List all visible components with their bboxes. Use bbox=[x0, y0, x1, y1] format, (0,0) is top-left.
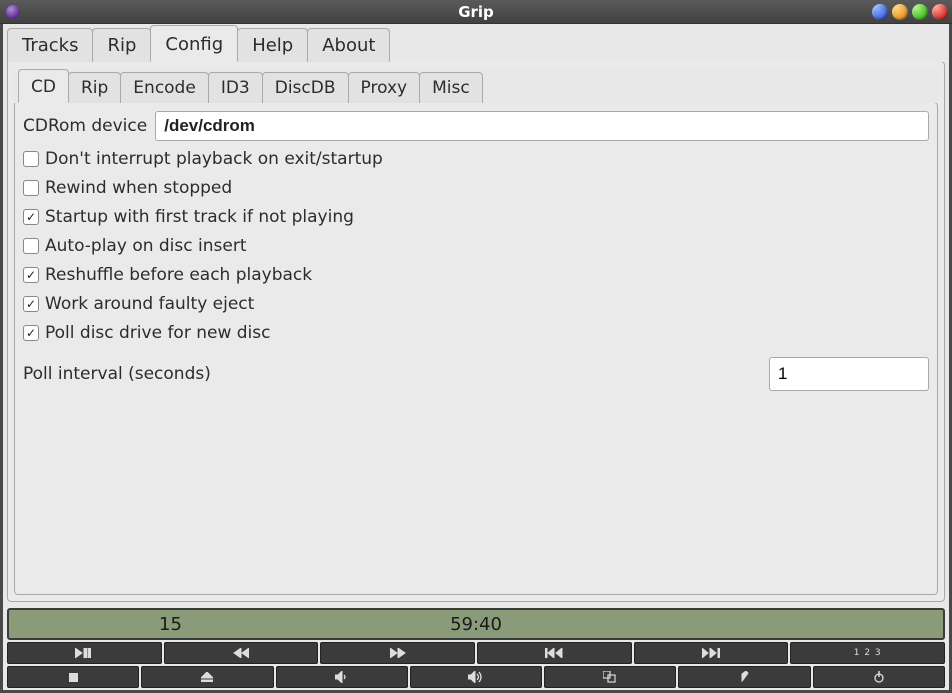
status-time: 59:40 bbox=[450, 614, 502, 635]
poll-interval-row: Poll interval (seconds) bbox=[23, 357, 929, 391]
volume-up-button[interactable] bbox=[410, 666, 542, 688]
opt-reshuffle[interactable]: Reshuffle before each playback bbox=[23, 265, 929, 285]
opt-faulty-eject[interactable]: Work around faulty eject bbox=[23, 294, 929, 314]
fast-forward-button[interactable] bbox=[320, 642, 475, 664]
config-tab-cd[interactable]: CD bbox=[18, 69, 69, 103]
config-tab-bar: CD Rip Encode ID3 DiscDB Proxy Misc bbox=[14, 69, 938, 103]
opt-label: Work around faulty eject bbox=[45, 294, 254, 314]
stop-button[interactable] bbox=[7, 666, 139, 688]
cdrom-device-row: CDRom device bbox=[23, 111, 929, 141]
titlebar: Grip bbox=[0, 0, 952, 24]
config-page: CD Rip Encode ID3 DiscDB Proxy Misc CDRo… bbox=[7, 61, 945, 602]
opt-label: Startup with first track if not playing bbox=[45, 207, 354, 227]
cdrom-device-input[interactable] bbox=[155, 111, 929, 141]
cd-options-list: Don't interrupt playback on exit/startup… bbox=[23, 149, 929, 343]
poll-interval-label: Poll interval (seconds) bbox=[23, 364, 211, 384]
tab-config[interactable]: Config bbox=[150, 25, 238, 62]
rewind-button[interactable] bbox=[164, 642, 319, 664]
poll-interval-input[interactable] bbox=[769, 357, 929, 391]
opt-label: Don't interrupt playback on exit/startup bbox=[45, 149, 383, 169]
shuffle-button[interactable] bbox=[544, 666, 676, 688]
window-button-shade[interactable] bbox=[872, 4, 888, 20]
tab-rip[interactable]: Rip bbox=[92, 28, 151, 62]
checkbox-icon[interactable] bbox=[23, 151, 39, 167]
control-button-area: 1 2 3 bbox=[7, 642, 945, 688]
counter-mode-icon: 1 2 3 bbox=[854, 648, 882, 658]
volume-down-button[interactable] bbox=[276, 666, 408, 688]
checkbox-icon[interactable] bbox=[23, 296, 39, 312]
eject-button[interactable] bbox=[141, 666, 273, 688]
status-bar[interactable]: 15 59:40 bbox=[7, 608, 945, 640]
config-tab-discdb[interactable]: DiscDB bbox=[262, 72, 349, 103]
cdrom-device-label: CDRom device bbox=[23, 116, 147, 136]
tab-tracks[interactable]: Tracks bbox=[7, 28, 93, 62]
spacer bbox=[23, 399, 929, 586]
tab-help[interactable]: Help bbox=[237, 28, 308, 62]
cd-config-panel: CDRom device Don't interrupt playback on… bbox=[14, 102, 938, 595]
status-track-number: 15 bbox=[159, 614, 182, 635]
opt-label: Auto-play on disc insert bbox=[45, 236, 247, 256]
window-buttons bbox=[872, 4, 948, 20]
checkbox-icon[interactable] bbox=[23, 180, 39, 196]
opt-poll-drive[interactable]: Poll disc drive for new disc bbox=[23, 323, 929, 343]
opt-startup-first-track[interactable]: Startup with first track if not playing bbox=[23, 207, 929, 227]
config-tab-rip[interactable]: Rip bbox=[68, 72, 121, 103]
opt-autoplay-insert[interactable]: Auto-play on disc insert bbox=[23, 236, 929, 256]
window-button-maximize[interactable] bbox=[912, 4, 928, 20]
opt-label: Rewind when stopped bbox=[45, 178, 232, 198]
power-button[interactable] bbox=[813, 666, 945, 688]
window-body: Tracks Rip Config Help About CD Rip Enco… bbox=[0, 24, 952, 693]
control-row-1: 1 2 3 bbox=[7, 642, 945, 664]
window-title: Grip bbox=[0, 3, 952, 21]
window-button-close[interactable] bbox=[932, 4, 948, 20]
checkbox-icon[interactable] bbox=[23, 325, 39, 341]
opt-no-interrupt[interactable]: Don't interrupt playback on exit/startup bbox=[23, 149, 929, 169]
control-row-2 bbox=[7, 666, 945, 688]
tab-about[interactable]: About bbox=[307, 28, 390, 62]
opt-label: Reshuffle before each playback bbox=[45, 265, 312, 285]
checkbox-icon[interactable] bbox=[23, 267, 39, 283]
checkbox-icon[interactable] bbox=[23, 238, 39, 254]
opt-rewind-stopped[interactable]: Rewind when stopped bbox=[23, 178, 929, 198]
config-tab-encode[interactable]: Encode bbox=[120, 72, 209, 103]
window-button-minimize[interactable] bbox=[892, 4, 908, 20]
counter-mode-button[interactable]: 1 2 3 bbox=[790, 642, 945, 664]
editor-button[interactable] bbox=[678, 666, 810, 688]
config-tab-id3[interactable]: ID3 bbox=[208, 72, 263, 103]
next-track-button[interactable] bbox=[634, 642, 789, 664]
opt-label: Poll disc drive for new disc bbox=[45, 323, 270, 343]
config-tab-proxy[interactable]: Proxy bbox=[348, 72, 421, 103]
config-tab-misc[interactable]: Misc bbox=[419, 72, 483, 103]
play-pause-button[interactable] bbox=[7, 642, 162, 664]
main-tab-bar: Tracks Rip Config Help About bbox=[3, 25, 949, 62]
checkbox-icon[interactable] bbox=[23, 209, 39, 225]
prev-track-button[interactable] bbox=[477, 642, 632, 664]
